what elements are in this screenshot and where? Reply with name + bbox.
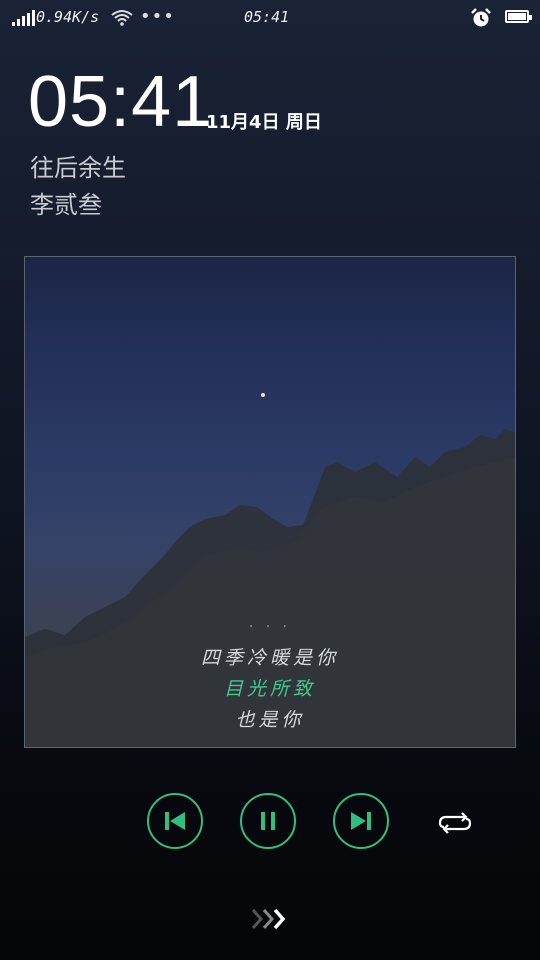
pause-button[interactable]: [240, 793, 296, 849]
repeat-button[interactable]: [436, 808, 474, 842]
repeat-icon: [438, 812, 472, 834]
skip-next-icon: [351, 812, 371, 830]
network-speed: 0.94K/s: [36, 8, 100, 26]
lockscreen-clock: 05:41: [28, 62, 214, 142]
wifi-icon: [110, 9, 134, 31]
lyric-line: 四季冷暖是你: [200, 647, 339, 669]
status-time: 05:41: [244, 8, 290, 26]
song-title: 往后余生: [30, 154, 126, 182]
skip-previous-icon: [165, 812, 185, 830]
lyric-previous-line: · · ·: [248, 619, 292, 629]
lockscreen-date: 11月4日 周日: [206, 112, 322, 133]
album-art: · · · 四季冷暖是你 目光所致 也是你: [24, 256, 516, 748]
next-button[interactable]: [333, 793, 389, 849]
swipe-unlock-arrows-icon[interactable]: [250, 905, 290, 937]
battery-icon: [505, 10, 532, 23]
pause-icon: [261, 812, 275, 830]
previous-button[interactable]: [147, 793, 203, 849]
status-bar: 0.94K/s ••• 05:41: [0, 0, 540, 36]
more-notifications-icon: •••: [140, 6, 175, 27]
lyric-current-line: 目光所致: [223, 678, 316, 700]
signal-icon: [12, 10, 35, 26]
lyric-line: 也是你: [235, 709, 305, 731]
song-artist: 李贰叁: [30, 191, 102, 219]
alarm-icon: [470, 8, 492, 32]
